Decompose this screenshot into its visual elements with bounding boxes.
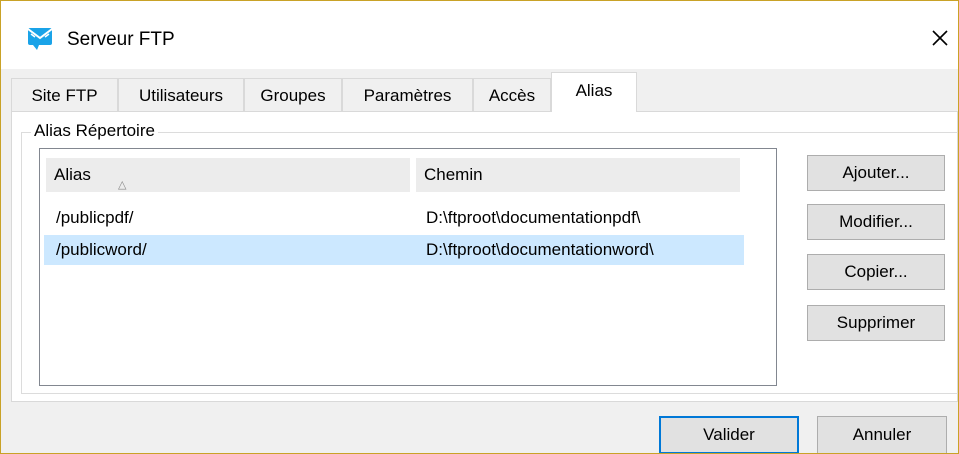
tab-parametres[interactable]: Paramètres (342, 78, 473, 112)
tab-bar: Site FTP Utilisateurs Groupes Paramètres… (11, 72, 958, 112)
title-bar[interactable]: Serveur FTP (1, 1, 958, 69)
tab-utilisateurs[interactable]: Utilisateurs (118, 78, 244, 112)
list-item-selected[interactable]: /publicword/ D:\ftproot\documentationwor… (44, 235, 744, 265)
path-cell: D:\ftproot\documentationword\ (426, 240, 654, 259)
alias-cell: /publicword/ (56, 240, 147, 259)
list-item[interactable]: /publicpdf/ D:\ftproot\documentationpdf\ (44, 203, 744, 233)
tab-alias[interactable]: Alias (551, 72, 637, 112)
tab-site-ftp[interactable]: Site FTP (11, 78, 118, 112)
tab-acces[interactable]: Accès (473, 78, 551, 112)
path-cell: D:\ftproot\documentationpdf\ (426, 208, 641, 227)
ftp-server-app-icon (27, 28, 53, 50)
copy-alias-button[interactable]: Copier... (807, 254, 945, 290)
window-title: Serveur FTP (67, 29, 175, 50)
delete-alias-button[interactable]: Supprimer (807, 305, 945, 341)
column-header-chemin-label: Chemin (424, 165, 483, 184)
alias-group-label: Alias Répertoire (31, 121, 158, 141)
alias-list[interactable]: Alias △ Chemin /publicpdf/ D:\ftproot\do… (39, 148, 777, 386)
validate-button[interactable]: Valider (659, 416, 799, 453)
tab-groupes[interactable]: Groupes (244, 78, 342, 112)
modify-alias-button[interactable]: Modifier... (807, 204, 945, 240)
add-alias-button[interactable]: Ajouter... (807, 155, 945, 191)
column-header-alias-label: Alias (54, 165, 91, 184)
cancel-button[interactable]: Annuler (817, 416, 947, 453)
dialog-window: Serveur FTP Site FTP Utilisateurs Groupe… (0, 0, 959, 454)
column-header-chemin[interactable]: Chemin (416, 158, 740, 192)
close-icon[interactable] (925, 23, 955, 53)
sort-ascending-icon: △ (118, 179, 127, 191)
column-header-alias[interactable]: Alias △ (46, 158, 410, 192)
alias-cell: /publicpdf/ (56, 208, 134, 227)
